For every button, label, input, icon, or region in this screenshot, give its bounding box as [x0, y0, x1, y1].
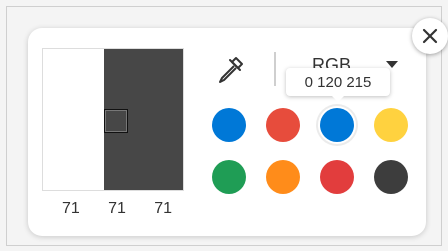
color-swatch[interactable] — [374, 108, 408, 142]
toolbar-divider — [274, 52, 276, 86]
color-swatch[interactable] — [212, 108, 246, 142]
color-swatch[interactable] — [320, 108, 354, 142]
color-tooltip: 0 120 215 — [286, 68, 390, 102]
red-value: 71 — [62, 200, 80, 217]
tooltip-text: 0 120 215 — [304, 73, 372, 91]
green-value: 71 — [108, 200, 126, 217]
close-button[interactable] — [412, 18, 448, 54]
preview-cursor-handle[interactable] — [104, 109, 128, 133]
color-swatch[interactable] — [320, 160, 354, 194]
color-preview — [42, 48, 184, 191]
color-swatch[interactable] — [266, 108, 300, 142]
current-color-swatch[interactable] — [104, 49, 183, 190]
tooltip-arrow — [332, 96, 344, 102]
blue-value: 71 — [154, 200, 172, 217]
close-icon — [422, 28, 438, 44]
color-swatch[interactable] — [212, 160, 246, 194]
color-swatch[interactable] — [266, 160, 300, 194]
chevron-down-icon — [386, 61, 398, 68]
eyedropper-button[interactable] — [212, 52, 248, 88]
eyedropper-icon — [219, 57, 243, 83]
color-swatch[interactable] — [374, 160, 408, 194]
original-color-swatch[interactable] — [43, 49, 104, 190]
rgb-values: 71 71 71 — [62, 200, 172, 218]
